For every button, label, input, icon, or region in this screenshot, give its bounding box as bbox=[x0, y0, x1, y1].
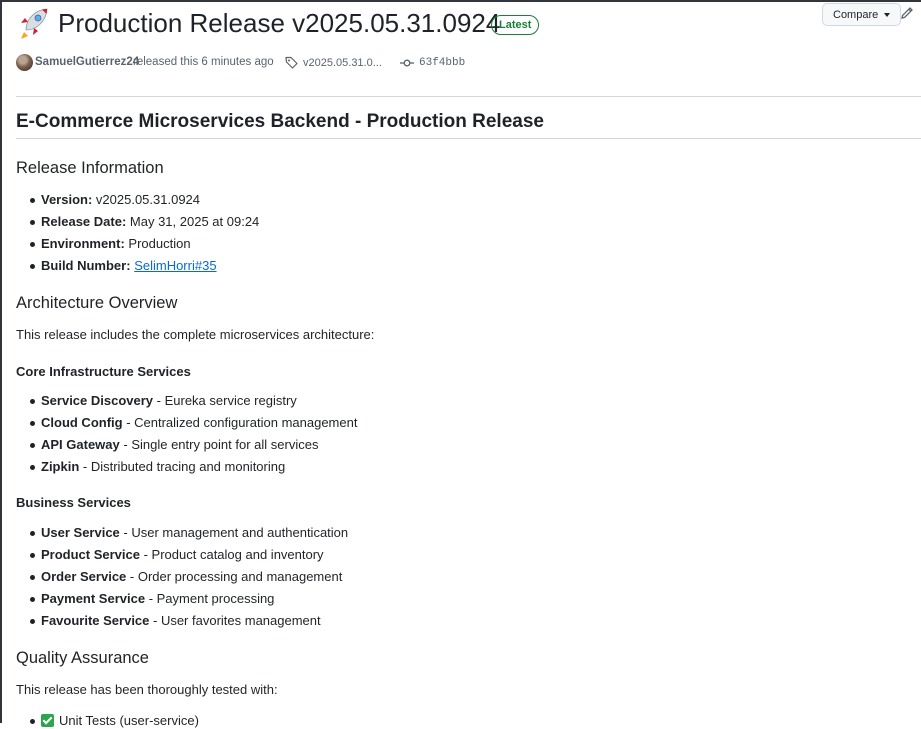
list-item: API Gateway - Single entry point for all… bbox=[30, 437, 318, 453]
list-item: Service Discovery - Eureka service regis… bbox=[30, 393, 297, 409]
architecture-overview-heading: Architecture Overview bbox=[16, 294, 178, 312]
compare-button[interactable]: Compare bbox=[822, 3, 902, 26]
compare-label: Compare bbox=[833, 8, 879, 21]
list-item: Favourite Service - User favorites manag… bbox=[30, 613, 321, 629]
list-item: Zipkin - Distributed tracing and monitor… bbox=[30, 459, 285, 475]
author-link[interactable]: SamuelGutierrez24 bbox=[35, 55, 139, 69]
quality-assurance-heading: Quality Assurance bbox=[16, 649, 149, 667]
latest-badge: Latest bbox=[491, 15, 540, 35]
divider bbox=[16, 96, 921, 97]
list-item: Unit Tests (user-service) bbox=[30, 713, 199, 729]
list-item: Cloud Config - Centralized configuration… bbox=[30, 415, 357, 431]
list-item: Order Service - Order processing and man… bbox=[30, 569, 342, 585]
divider bbox=[16, 138, 921, 139]
released-time: released this 6 minutes ago bbox=[133, 56, 274, 68]
business-services-heading: Business Services bbox=[16, 495, 131, 510]
chevron-down-icon bbox=[884, 12, 891, 17]
build-number-link[interactable]: SelimHorri#35 bbox=[134, 258, 216, 273]
commit-link[interactable]: 63f4bbb bbox=[419, 57, 465, 69]
release-title: Production Release v2025.05.31.0924 bbox=[58, 8, 501, 38]
list-item: Payment Service - Payment processing bbox=[30, 591, 274, 607]
list-item: User Service - User management and authe… bbox=[30, 525, 348, 541]
list-item: Release Date: May 31, 2025 at 09:24 bbox=[30, 214, 259, 230]
pencil-icon[interactable] bbox=[899, 5, 915, 21]
list-item: Version: v2025.05.31.0924 bbox=[30, 192, 200, 208]
release-information-heading: Release Information bbox=[16, 159, 164, 177]
tag-link[interactable]: v2025.05.31.0... bbox=[303, 57, 382, 69]
git-commit-icon bbox=[400, 59, 414, 67]
core-infrastructure-heading: Core Infrastructure Services bbox=[16, 364, 191, 379]
release-notes-heading: E-Commerce Microservices Backend - Produ… bbox=[16, 111, 544, 132]
avatar[interactable] bbox=[16, 54, 33, 71]
qa-intro: This release has been thoroughly tested … bbox=[16, 682, 278, 697]
list-item: Product Service - Product catalog and in… bbox=[30, 547, 324, 563]
check-box-icon bbox=[41, 714, 54, 727]
list-item: Build Number: SelimHorri#35 bbox=[30, 258, 217, 274]
list-item: Environment: Production bbox=[30, 236, 191, 252]
architecture-intro: This release includes the complete micro… bbox=[16, 327, 375, 342]
tag-icon bbox=[285, 56, 298, 69]
rocket-icon bbox=[21, 8, 48, 39]
